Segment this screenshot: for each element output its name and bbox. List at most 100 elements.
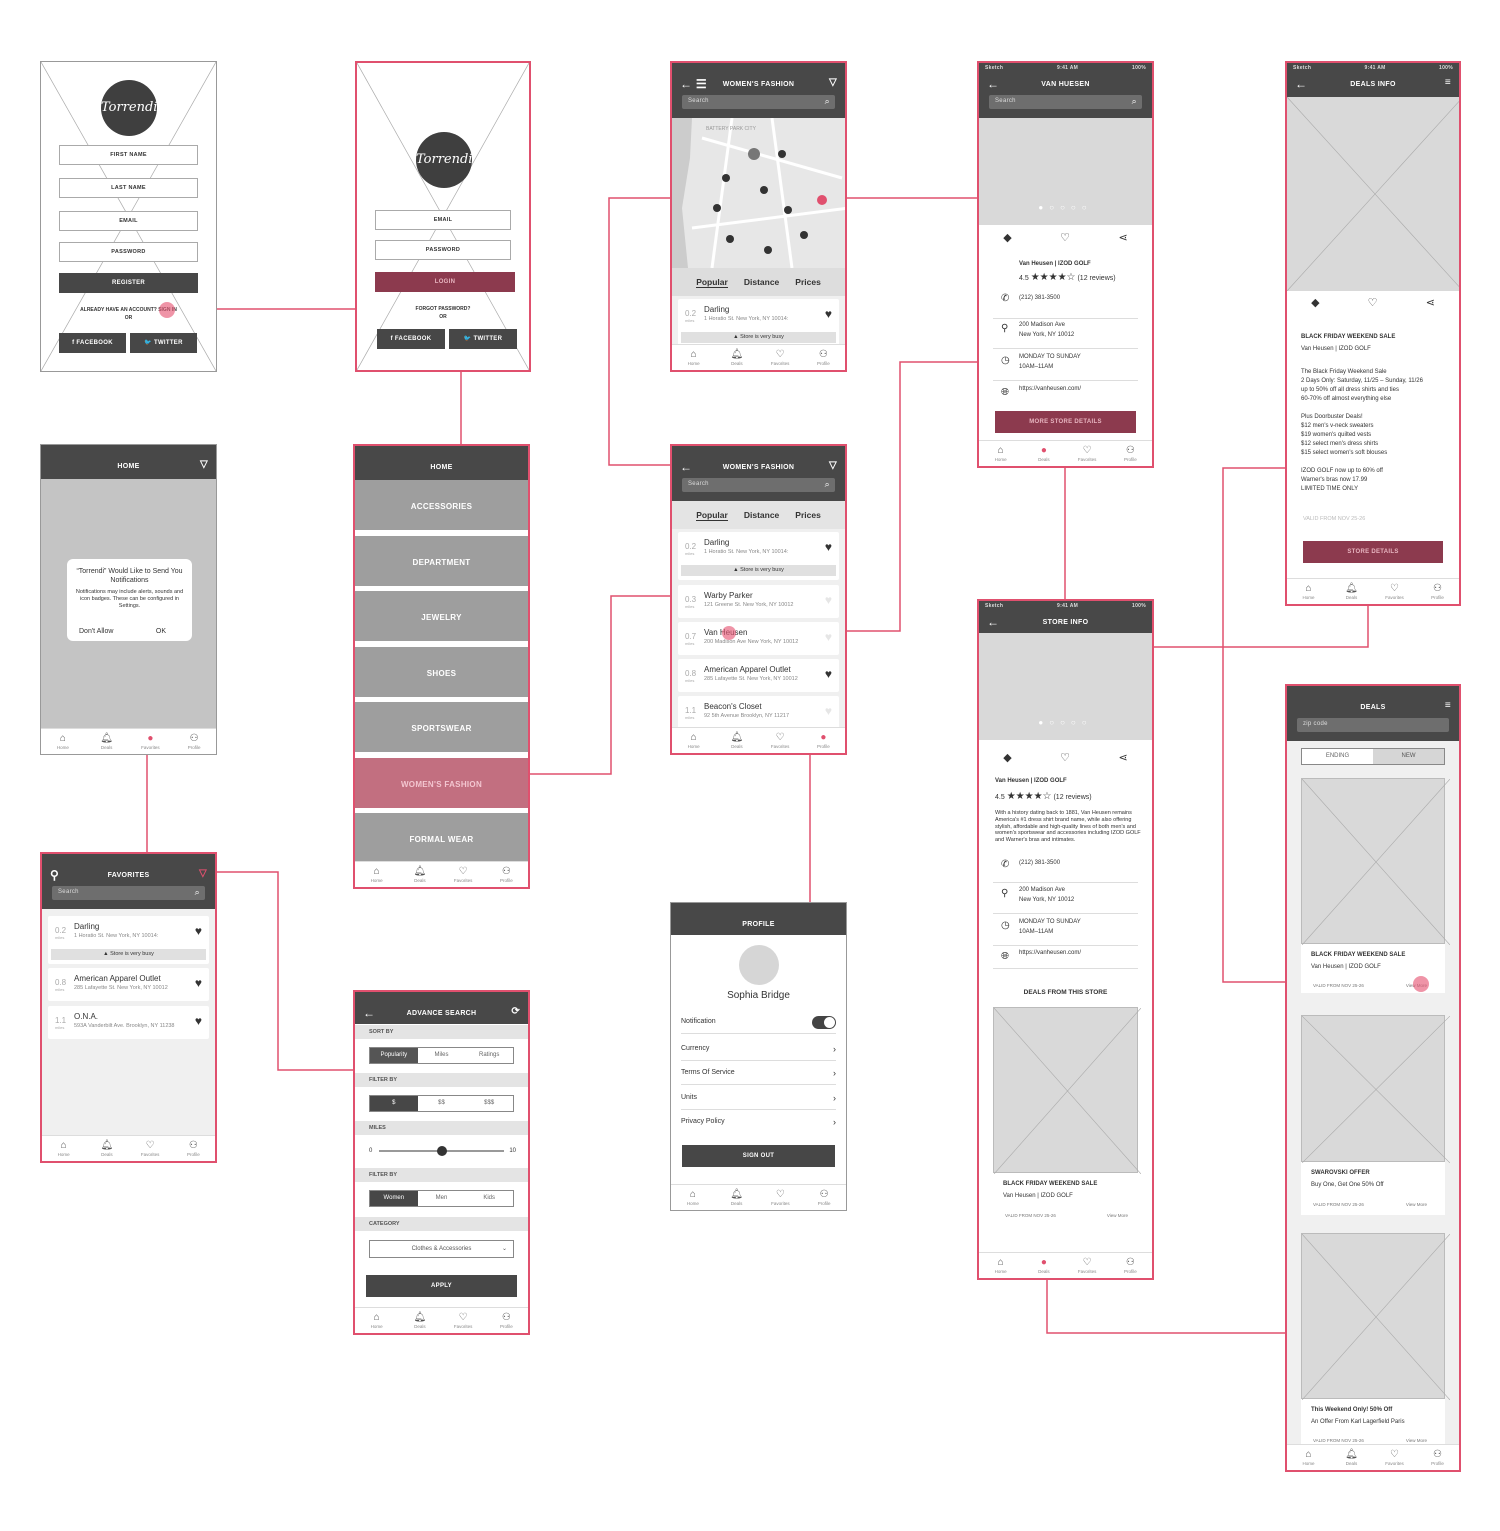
tab-home[interactable]: ⌂ Home — [360, 1312, 394, 1329]
list-item[interactable]: 0.2 miles Darling 1 Horatio St. New York,… — [678, 299, 839, 347]
tab-home[interactable]: ⌂ Home — [984, 445, 1018, 462]
last-name-field[interactable]: LAST NAME — [59, 178, 198, 198]
store-details-button[interactable]: STORE DETAILS — [1303, 541, 1443, 563]
tab-profile[interactable]: ⚇ Profile — [489, 866, 523, 883]
list-item[interactable]: 0.2 miles Darling 1 Horatio St. New York, N… — [48, 916, 209, 964]
heart-icon[interactable]: ♥ — [195, 1014, 202, 1028]
carousel-dots[interactable]: ●○○○○ — [979, 718, 1152, 727]
share-icon[interactable]: ⋖ — [1119, 231, 1128, 244]
share-icon[interactable]: ⋖ — [1119, 751, 1128, 764]
filter-icon[interactable]: ▽ — [829, 460, 837, 471]
tab-profile[interactable]: ● Profile — [806, 732, 840, 749]
phone-row[interactable]: ✆ (212) 381-3500 — [993, 289, 1138, 319]
tab-deals[interactable]: 🔔︎ Deals — [403, 866, 437, 883]
tab-profile[interactable]: ⚇ Profile — [806, 349, 840, 366]
tab-new[interactable]: NEW — [1373, 749, 1444, 764]
category-department[interactable]: DEPARTMENT — [355, 536, 528, 589]
heart-icon[interactable]: ♥ — [195, 976, 202, 990]
list-item[interactable]: 0.8 miles American Apparel Outlet 285 Lafay… — [678, 659, 839, 692]
category-jewelry[interactable]: JEWELRY — [355, 591, 528, 644]
tab-favorites[interactable]: ♡ Favorites — [1070, 1257, 1104, 1274]
category-formal-wear[interactable]: FORMAL WEAR — [355, 813, 528, 866]
website-row[interactable]: 🌐︎ https://vanheusen.com/ — [993, 383, 1138, 405]
zip-code-input[interactable]: zip code — [1297, 718, 1449, 732]
tab-favorites[interactable]: ♡ Favorites — [763, 732, 797, 749]
tab-favorites[interactable]: ♡ Favorites — [763, 349, 797, 366]
price-3[interactable]: $$$ — [465, 1096, 513, 1111]
directions-icon[interactable]: ◆ — [1311, 296, 1319, 309]
tab-favorites[interactable]: ♡ Favorites — [1070, 445, 1104, 462]
phone-row[interactable]: ✆ (212) 381-3500 — [993, 855, 1138, 883]
category-select[interactable]: Clothes & Accessories ⌄ — [369, 1240, 514, 1258]
list-item[interactable]: 0.7milesVan Heusen200 Madison Ave New Yo… — [678, 622, 839, 655]
search-input[interactable]: Search ⌕ — [682, 95, 835, 109]
price-2[interactable]: $$ — [418, 1096, 466, 1111]
privacy-row[interactable]: Privacy Policy › — [681, 1110, 836, 1134]
view-more-link[interactable]: View More — [1107, 1213, 1128, 1218]
tab-favorites[interactable]: ♡ Favorites — [133, 1140, 167, 1157]
tab-home[interactable]: ⌂ Home — [677, 349, 711, 366]
tab-deals[interactable]: 🔔︎ Deals — [90, 1140, 124, 1157]
more-store-details-button[interactable]: MORE STORE DETAILS — [995, 411, 1136, 433]
tab-home[interactable]: ⌂ Home — [984, 1257, 1018, 1274]
refresh-icon[interactable]: ⟳ — [511, 1006, 520, 1017]
tab-ending[interactable]: ENDING — [1302, 749, 1373, 764]
tab-favorites[interactable]: ♡ Favorites — [446, 866, 480, 883]
tab-favorites[interactable]: ♡ Favorites — [763, 1189, 797, 1206]
heart-icon[interactable]: ♥ — [825, 630, 832, 644]
tab-prices[interactable]: Prices — [795, 510, 821, 520]
filter-icon[interactable]: ▽ — [200, 459, 208, 470]
gender-kids[interactable]: Kids — [465, 1191, 513, 1206]
tab-profile[interactable]: ⚇ Profile — [1421, 1449, 1455, 1466]
list-item[interactable]: 0.8 miles American Apparel Outlet 285 Lafay… — [48, 968, 209, 1001]
sign-out-button[interactable]: SIGN OUT — [682, 1145, 835, 1167]
tab-profile[interactable]: ⚇ Profile — [489, 1312, 523, 1329]
carousel-dots[interactable]: ●○○○○ — [979, 203, 1152, 212]
tab-popular[interactable]: Popular — [696, 277, 728, 288]
first-name-field[interactable]: FIRST NAME — [59, 145, 198, 165]
heart-icon[interactable]: ♥ — [195, 924, 202, 938]
heart-icon[interactable]: ♥ — [825, 307, 832, 321]
tab-home[interactable]: ⌂ Home — [46, 733, 80, 750]
price-1[interactable]: $ — [370, 1096, 418, 1111]
heart-icon[interactable]: ♥ — [825, 593, 832, 607]
tab-favorites[interactable]: ♡ Favorites — [1378, 1449, 1412, 1466]
website-row[interactable]: 🌐︎ https://vanheusen.com/ — [993, 947, 1138, 969]
list-item[interactable]: 0.2 miles Darling 1 Horatio St. New York, N… — [678, 532, 839, 580]
tab-favorites[interactable]: ♡ Favorites — [446, 1312, 480, 1329]
deal-card[interactable]: This Weekend Only! 50% Off An Offer From… — [1301, 1233, 1451, 1448]
currency-row[interactable]: Currency › — [681, 1037, 836, 1061]
gender-men[interactable]: Men — [418, 1191, 466, 1206]
deal-card[interactable]: BLACK FRIDAY WEEKEND SALE Van Heusen | I… — [1301, 778, 1451, 993]
tab-deals[interactable]: ● Deals — [1027, 445, 1061, 462]
category-accessories[interactable]: ACCESSORIES — [355, 480, 528, 533]
address-row[interactable]: ⚲ 200 Madison Ave New York, NY 10012 — [993, 319, 1138, 349]
map-view[interactable]: BATTERY PARK CITY — [672, 117, 845, 269]
tab-profile[interactable]: ⚇ Profile — [1421, 583, 1455, 600]
directions-icon[interactable]: ◆ — [1003, 751, 1011, 764]
tab-home[interactable]: ⌂ Home — [676, 1189, 710, 1206]
login-button[interactable]: LOGIN — [375, 272, 515, 292]
category-shoes[interactable]: SHOES — [355, 647, 528, 700]
list-item[interactable]: 1.1 miles O.N.A. 593A Vanderbilt Ave. Brook… — [48, 1006, 209, 1039]
menu-icon[interactable]: ≡ — [1445, 700, 1451, 711]
heart-icon[interactable]: ♡ — [1368, 296, 1378, 309]
tab-prices[interactable]: Prices — [795, 277, 821, 287]
tab-profile[interactable]: ⚇ Profile — [807, 1189, 841, 1206]
tab-popular[interactable]: Popular — [696, 510, 728, 521]
tab-favorites[interactable]: ● Favorites — [133, 733, 167, 750]
view-more-link[interactable]: View More — [1406, 1438, 1427, 1443]
tab-distance[interactable]: Distance — [744, 277, 779, 287]
terms-row[interactable]: Terms Of Service › — [681, 1061, 836, 1085]
directions-icon[interactable]: ◆ — [1003, 231, 1011, 244]
notification-toggle[interactable] — [812, 1016, 836, 1029]
category-sportswear[interactable]: SPORTSWEAR — [355, 702, 528, 755]
tab-profile[interactable]: ⚇ Profile — [1113, 1257, 1147, 1274]
share-icon[interactable]: ⋖ — [1426, 296, 1435, 309]
sort-popularity[interactable]: Popularity — [370, 1048, 418, 1063]
heart-icon[interactable]: ♥ — [825, 667, 832, 681]
tab-profile[interactable]: ⚇ Profile — [177, 733, 211, 750]
heart-icon[interactable]: ♡ — [1060, 231, 1070, 244]
tab-deals[interactable]: 🔔︎ Deals — [720, 349, 754, 366]
view-more-link[interactable]: View More — [1406, 1202, 1427, 1207]
